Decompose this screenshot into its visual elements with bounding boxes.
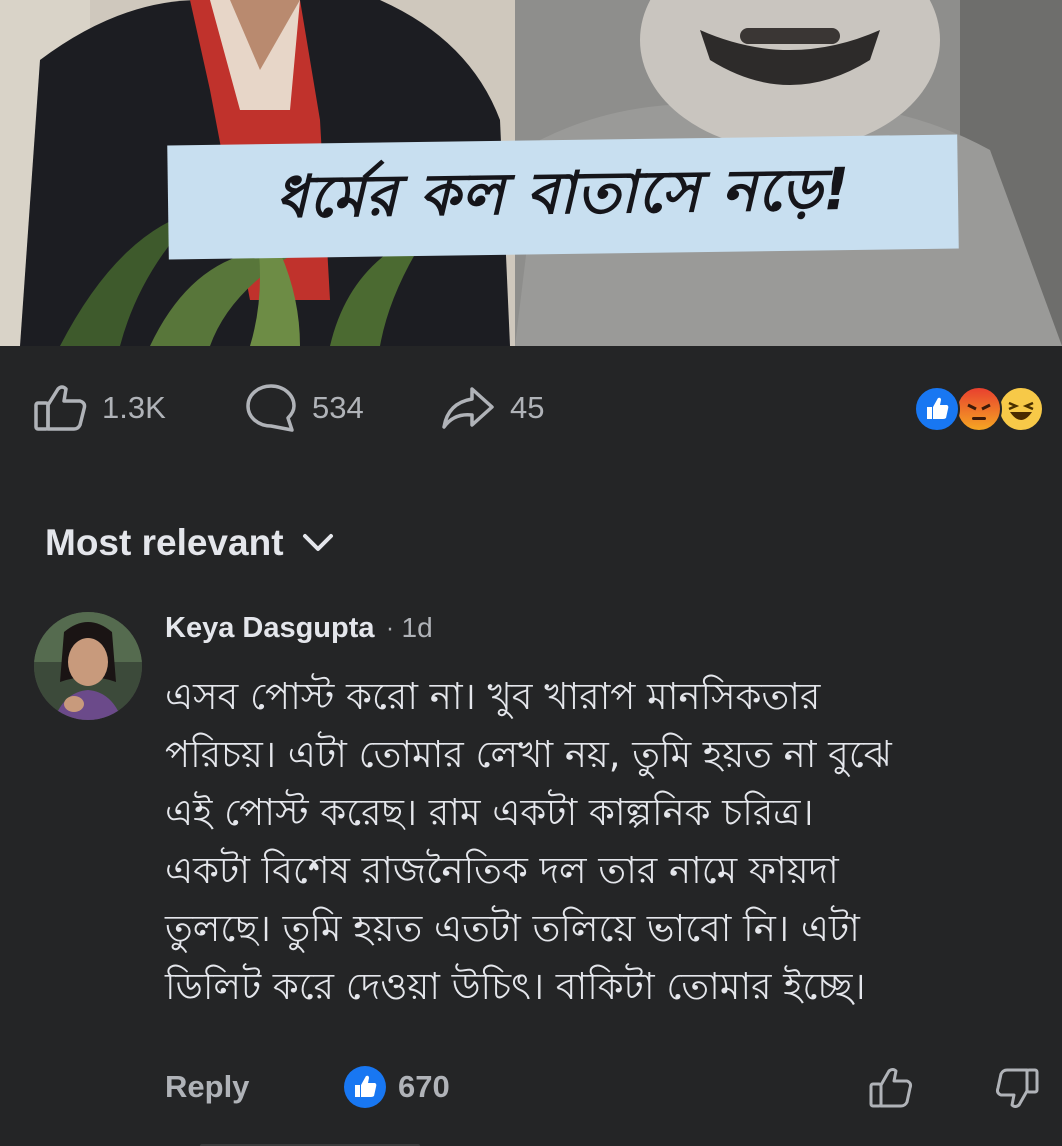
reply-button[interactable]: Reply	[165, 1064, 249, 1110]
downvote-button[interactable]	[994, 1066, 1040, 1114]
thumbs-up-icon	[32, 383, 88, 433]
comment-author[interactable]: Keya Dasgupta	[165, 612, 375, 645]
comment-icon	[244, 382, 298, 434]
thumbs-up-icon	[868, 1068, 914, 1114]
separator-dot: ·	[386, 618, 394, 643]
comment-sort-dropdown[interactable]: Most relevant	[45, 522, 334, 564]
post-image[interactable]: ধর্মের কল বাতাসে নড়ে!	[0, 0, 1062, 346]
share-icon	[440, 383, 496, 433]
comment-line: ডিলিট করে দেওয়া উচিৎ। বাকিটা তোমার ইচ্ছ…	[165, 965, 866, 1008]
comment-header: Keya Dasgupta · 1d	[165, 612, 433, 645]
comment-time[interactable]: 1d	[402, 612, 433, 644]
comment-line: এসব পোস্ট করো না। খুব খারাপ মানসিকতার	[165, 675, 821, 718]
thumbs-down-icon	[994, 1068, 1040, 1114]
like-icon	[344, 1066, 386, 1108]
sort-label: Most relevant	[45, 522, 284, 563]
next-comment-peek	[200, 1144, 420, 1146]
comment-line: পরিচয়। এটা তোমার লেখা নয়, তুমি হয়ত না…	[165, 733, 892, 776]
chevron-down-icon	[302, 532, 334, 558]
comment-reaction-count[interactable]: 670	[344, 1064, 450, 1110]
avatar[interactable]	[34, 612, 142, 720]
like-button[interactable]: 1.3K	[32, 384, 166, 432]
upvote-button[interactable]	[868, 1066, 914, 1114]
comment-line: এই পোস্ট করেছ। রাম একটা কাল্পনিক চরিত্র।	[165, 791, 814, 834]
share-count: 45	[510, 390, 545, 425]
comment-count: 534	[312, 390, 364, 425]
like-icon	[914, 386, 960, 432]
angry-icon	[956, 386, 1002, 432]
reaction-summary[interactable]	[914, 386, 1048, 432]
comment-line: একটা বিশেষ রাজনৈতিক দল তার নামে ফায়দা	[165, 849, 839, 892]
comment-button[interactable]: 534	[244, 384, 364, 432]
comment-line: তুলছে। তুমি হয়ত এতটা তলিয়ে ভাবো নি। এট…	[165, 907, 860, 950]
share-button[interactable]: 45	[440, 384, 544, 432]
comment-text: এসব পোস্ট করো না। খুব খারাপ মানসিকতার পর…	[165, 668, 1020, 1016]
haha-icon	[998, 386, 1044, 432]
like-count: 1.3K	[102, 390, 166, 425]
caption-banner: ধর্মের কল বাতাসে নড়ে!	[167, 134, 959, 260]
page: ধর্মের কল বাতাসে নড়ে! 1.3K 534 45 Most …	[0, 0, 1062, 1146]
caption-text: ধর্মের কল বাতাসে নড়ে!	[274, 154, 851, 231]
comment-like-count: 670	[398, 1069, 450, 1104]
